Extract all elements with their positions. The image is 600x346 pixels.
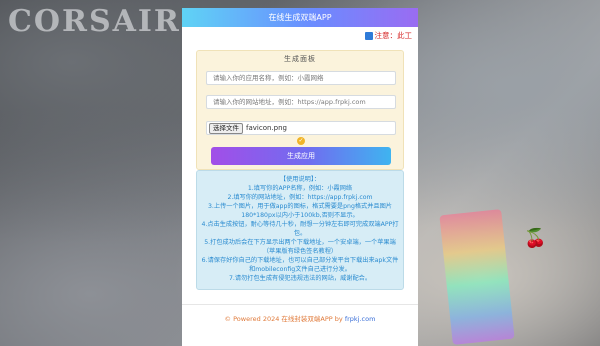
help-line: 5.打包成功后会在下方显示出两个下载地址，一个安卓端，一个苹果端（苹果版有绿色签… bbox=[204, 239, 396, 255]
cherry-icon: 🍒 bbox=[524, 228, 547, 249]
choose-file-button[interactable]: 选择文件 bbox=[209, 122, 243, 134]
footer-link[interactable]: frpkj.com bbox=[345, 315, 376, 323]
footer-text: © Powered 2024 在线封装双端APP by bbox=[224, 315, 345, 323]
usage-instructions: 【使用说明】： 1.填写你的APP名称，例如：小霞网络 2.填写你的网站地址，例… bbox=[196, 170, 404, 290]
icon-file-input[interactable]: 选择文件 favicon.png bbox=[206, 121, 396, 135]
help-line: 4.点击生成按钮，耐心等待几十秒，耐想一分钟左右即可完成双端APP打包。 bbox=[201, 221, 399, 237]
generate-button[interactable]: 生成应用 bbox=[211, 147, 391, 165]
help-title: 【使用说明】： bbox=[279, 176, 321, 183]
notice-icon bbox=[364, 31, 373, 40]
notice-badge[interactable]: 注意：此工 bbox=[364, 30, 413, 41]
background-keyboard-image bbox=[439, 209, 515, 345]
website-url-input[interactable]: 请输入你的网站地址，例如：https://app.frpkj.com bbox=[206, 95, 396, 109]
check-icon: ✓ bbox=[297, 137, 305, 145]
notice-text: 注意：此工 bbox=[374, 31, 413, 40]
file-name: favicon.png bbox=[246, 124, 287, 132]
help-line: 1.填写你的APP名称，例如：小霞网络 bbox=[247, 185, 353, 192]
help-line: 2.填写你的网站地址，例如：https://app.frpkj.com bbox=[227, 194, 373, 201]
help-line: 7.请勿打包生成有侵犯违规违法的网站，威谢配合。 bbox=[228, 275, 372, 282]
background-brand-text: CORSAIR bbox=[8, 4, 181, 39]
help-line: 3.上传一个图片，用于做app的图标，格式需要是png格式并且图片180*180… bbox=[207, 203, 392, 219]
help-line: 6.请保存好你自己的下载地址，也可以自己部分发平台下载出来apk文件和mobil… bbox=[201, 257, 399, 273]
app-name-input[interactable]: 请输入你的应用名称，例如：小霞网络 bbox=[206, 71, 396, 85]
generate-form: 生成面板 请输入你的应用名称，例如：小霞网络 请输入你的网站地址，例如：http… bbox=[196, 50, 404, 170]
app-title: 在线生成双端APP bbox=[182, 8, 418, 27]
footer: © Powered 2024 在线封装双端APP by frpkj.com bbox=[182, 313, 418, 323]
footer-divider bbox=[182, 304, 418, 305]
form-title: 生成面板 bbox=[284, 55, 316, 63]
app-panel: 在线生成双端APP 注意：此工 生成面板 请输入你的应用名称，例如：小霞网络 请… bbox=[182, 8, 418, 346]
